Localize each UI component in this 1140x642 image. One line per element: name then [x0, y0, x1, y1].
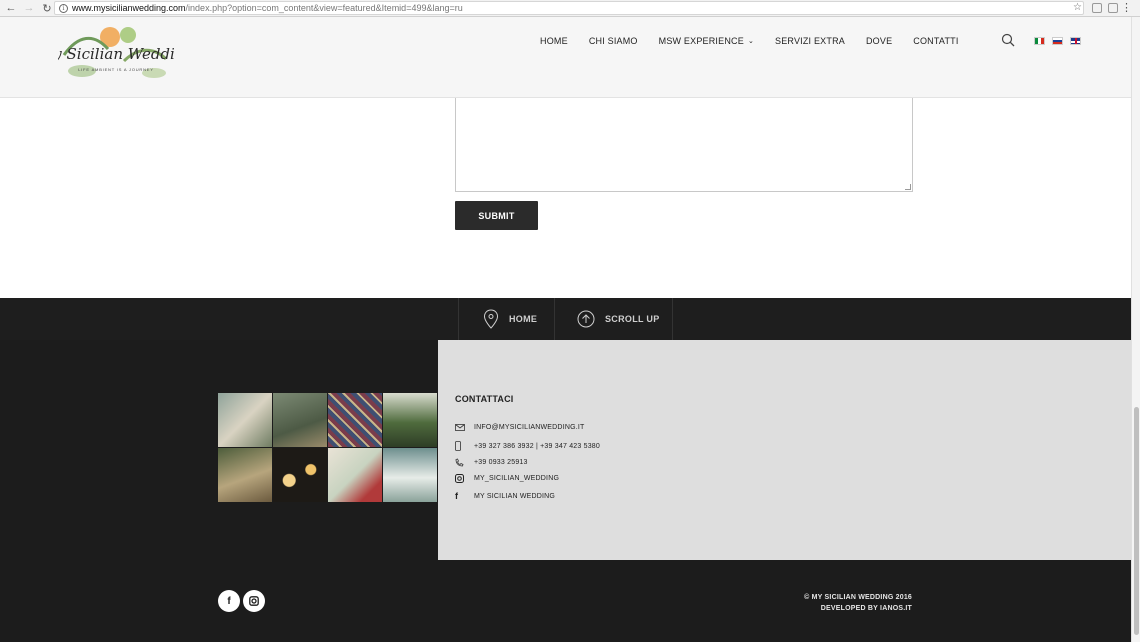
contact-instagram[interactable]: MY_SICILIAN_WEDDING	[455, 474, 559, 483]
submit-button[interactable]: SUBMIT	[455, 201, 538, 230]
logo-tagline: LIFE AMBIENT IS A JOURNEY	[78, 67, 154, 72]
page-scrollbar[interactable]	[1131, 17, 1140, 642]
chevron-down-icon: ⌄	[747, 38, 755, 45]
search-icon[interactable]	[1001, 33, 1015, 47]
contact-email[interactable]: INFO@MYSICILIANWEDDING.IT	[455, 424, 585, 431]
instagram-icon[interactable]	[243, 590, 265, 612]
back-icon[interactable]: ←	[4, 1, 18, 15]
browser-toolbar: ← → ↻ i www.mysicilianwedding.com/index.…	[0, 0, 1140, 17]
english-flag-icon[interactable]	[1070, 37, 1081, 45]
url-path: /index.php?option=com_content&view=featu…	[185, 3, 463, 13]
gallery-thumbnail[interactable]	[328, 448, 382, 502]
url-host: www.mysicilianwedding.com	[72, 3, 186, 13]
footer-nav-bar: HOME SCROLL UP	[0, 298, 1131, 340]
scrollbar-thumb[interactable]	[1134, 407, 1139, 635]
contact-phone[interactable]: +39 0933 25913	[455, 458, 528, 467]
gallery-thumbnail[interactable]	[273, 393, 327, 447]
nav-chi-siamo[interactable]: CHI SIAMO	[589, 36, 638, 46]
nav-dove[interactable]: DOVE	[866, 36, 892, 46]
bookmark-star-icon[interactable]: ☆	[1073, 2, 1082, 13]
gallery-thumbnail[interactable]	[383, 393, 437, 447]
facebook-icon[interactable]: f	[218, 590, 240, 612]
nav-home[interactable]: HOME	[540, 36, 568, 46]
nav-msw-experience[interactable]: MSW EXPERIENCE ⌄	[659, 36, 754, 46]
developer-credit[interactable]: DEVELOPED BY IANOS.IT	[804, 603, 912, 614]
mobile-phone-icon	[455, 441, 467, 451]
language-switcher	[1034, 37, 1081, 45]
facebook-icon: f	[455, 491, 459, 501]
contact-panel: CONTATTACI INFO@MYSICILIANWEDDING.IT +39…	[438, 340, 1131, 560]
contact-title: CONTATTACI	[455, 394, 514, 404]
message-textarea[interactable]	[455, 98, 913, 192]
gallery-thumbnail[interactable]	[218, 448, 272, 502]
contact-facebook[interactable]: f MY SICILIAN WEDDING	[455, 491, 555, 501]
nav-contatti[interactable]: CONTATTI	[913, 36, 958, 46]
gallery-thumbnail[interactable]	[383, 448, 437, 502]
logo-title: My Sicilian Wedding	[58, 45, 174, 63]
reload-icon[interactable]: ↻	[40, 1, 54, 15]
browser-menu-icon[interactable]: ⋮	[1121, 1, 1132, 14]
info-icon[interactable]: i	[59, 3, 68, 13]
scroll-up-link[interactable]: SCROLL UP	[555, 298, 673, 340]
footer-home-label: HOME	[509, 314, 538, 324]
extension-icon[interactable]	[1092, 3, 1102, 13]
extension-icon[interactable]	[1108, 3, 1118, 13]
instagram-icon	[455, 474, 467, 483]
gallery-thumbnail[interactable]	[328, 393, 382, 447]
gallery-thumbnail[interactable]	[218, 393, 272, 447]
arrow-up-circle-icon	[577, 310, 595, 328]
site-logo[interactable]: My Sicilian Wedding LIFE AMBIENT IS A JO…	[58, 21, 174, 85]
contact-mobile[interactable]: +39 327 386 3932 | +39 347 423 5380	[455, 441, 600, 451]
copyright-text: © MY SICILIAN WEDDING 2016	[804, 594, 912, 601]
phone-icon	[455, 458, 467, 467]
copyright: © MY SICILIAN WEDDING 2016 DEVELOPED BY …	[804, 592, 912, 614]
footer-home-link[interactable]: HOME	[458, 298, 555, 340]
scroll-up-label: SCROLL UP	[605, 314, 660, 324]
address-bar[interactable]: i www.mysicilianwedding.com/index.php?op…	[54, 1, 1084, 15]
forward-icon[interactable]: →	[22, 1, 36, 15]
main-navigation: HOME CHI SIAMO MSW EXPERIENCE ⌄ SERVIZI E…	[540, 36, 980, 46]
russian-flag-icon[interactable]	[1052, 37, 1063, 45]
site-header: My Sicilian Wedding LIFE AMBIENT IS A JO…	[0, 17, 1131, 98]
footer: CONTATTACI INFO@MYSICILIANWEDDING.IT +39…	[0, 340, 1131, 642]
resize-handle-icon[interactable]	[905, 184, 911, 190]
instagram-gallery	[218, 393, 438, 503]
nav-servizi-extra[interactable]: SERVIZI EXTRA	[775, 36, 845, 46]
map-pin-icon	[483, 309, 499, 329]
gallery-thumbnail[interactable]	[273, 448, 327, 502]
italian-flag-icon[interactable]	[1034, 37, 1045, 45]
envelope-icon	[455, 424, 467, 431]
